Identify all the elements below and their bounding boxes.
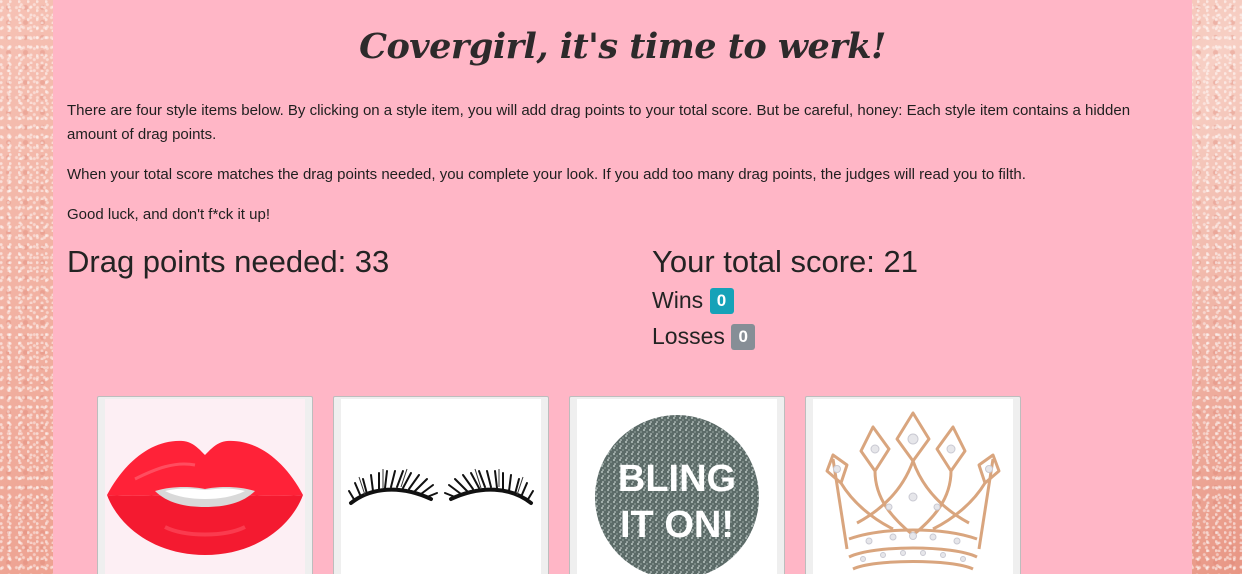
bling-it-on-icon: BLING IT ON! [595, 415, 759, 574]
crown-icon [825, 411, 1001, 571]
page-title: Covergirl, it's time to werk! [359, 26, 886, 67]
style-item-bling[interactable]: BLING IT ON! [569, 396, 785, 574]
total-score: Your total score: 21 [652, 244, 918, 279]
bling-text-line-1: BLING [618, 458, 736, 500]
instructions-paragraph-2: When your total score matches the drag p… [67, 166, 1026, 183]
lips-icon [107, 440, 303, 555]
losses-badge: 0 [731, 324, 756, 350]
bling-text-line-2: IT ON! [620, 504, 734, 546]
style-item-lips[interactable] [97, 396, 313, 574]
instructions-paragraph-3: Good luck, and don't f*ck it up! [67, 206, 270, 223]
instructions-paragraph-1: There are four style items below. By cli… [67, 102, 1131, 143]
eyelashes-icon [348, 468, 534, 505]
losses-row: Losses 0 [652, 318, 918, 354]
score-block: Your total score: 21 Wins 0 Losses 0 [652, 242, 918, 354]
wins-label: Wins [652, 287, 704, 313]
instructions: There are four style items below. By cli… [67, 76, 1178, 227]
drag-points-needed: Drag points needed: 33 [67, 244, 390, 279]
wins-badge: 0 [709, 288, 734, 314]
losses-label: Losses [652, 323, 725, 349]
style-item-eyelashes[interactable] [333, 396, 549, 574]
style-item-crown[interactable] [805, 396, 1021, 574]
main-panel: Covergirl, it's time to werk! There are … [53, 0, 1192, 574]
wins-row: Wins 0 [652, 282, 918, 318]
scoreboard: Drag points needed: 33 Your total score:… [67, 242, 1178, 362]
